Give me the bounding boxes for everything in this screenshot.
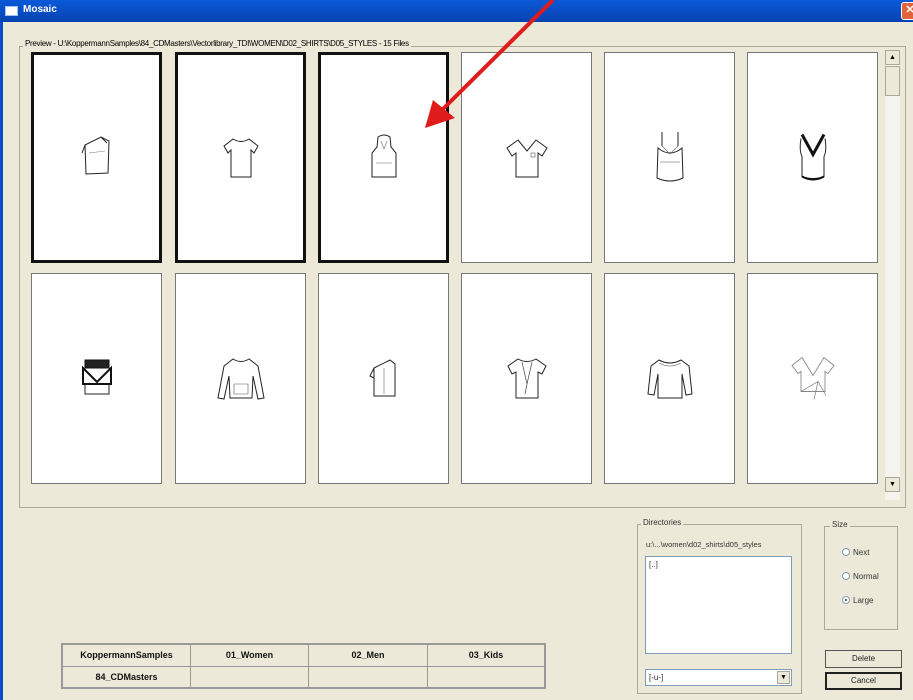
asymmetric-top-icon (368, 358, 395, 396)
thumbnail-hooded-top[interactable] (318, 52, 449, 263)
drape-top-icon (506, 357, 547, 398)
size-radio-large[interactable]: Large (842, 596, 873, 605)
directory-list[interactable]: [..] (645, 556, 792, 654)
size-radio-normal[interactable]: Normal (842, 572, 879, 581)
path-navigation-table: KoppermannSamples 01_Women 02_Men 03_Kid… (61, 643, 546, 689)
radio-icon (842, 548, 850, 556)
wrap-top-icon (790, 356, 835, 400)
drive-select[interactable]: [-u-] ▼ (645, 669, 792, 686)
thumbnail-long-sleeve-top[interactable] (604, 273, 735, 484)
lace-tank-icon (799, 133, 826, 180)
thumbnail-bikini-top[interactable] (31, 273, 162, 484)
thumbnail-tshirt[interactable] (175, 52, 306, 263)
tshirt-icon (222, 137, 259, 177)
app-window-icon (5, 6, 18, 16)
thumbnail-lace-tank[interactable] (747, 52, 878, 263)
directory-list-item[interactable]: [..] (649, 560, 658, 569)
radio-icon (842, 596, 850, 604)
scroll-down-button[interactable]: ▼ (885, 477, 900, 492)
preview-path-label: Preview - U:\KoppermannSamples\84_CDMast… (23, 39, 411, 48)
scroll-thumb[interactable] (885, 66, 900, 96)
scroll-up-button[interactable]: ▲ (885, 50, 900, 65)
size-label: Size (830, 520, 850, 529)
directories-label: Directories (641, 518, 684, 527)
window-frame (0, 22, 3, 700)
thumbnail-v-neck-tshirt[interactable] (461, 52, 592, 263)
path-cell-84-cdmasters[interactable]: 84_CDMasters (62, 666, 191, 688)
thumbnail-asymmetric-top[interactable] (318, 273, 449, 484)
thumbnail-one-shoulder-top[interactable] (31, 52, 162, 263)
path-cell-empty (427, 666, 545, 688)
path-cell-koppermannsamples[interactable]: KoppermannSamples (62, 644, 191, 667)
camisole-icon (655, 131, 684, 181)
bikini-top-icon (81, 359, 112, 394)
radio-label: Large (853, 596, 874, 605)
delete-button[interactable]: Delete (825, 650, 902, 668)
thumbnail-wrap-top[interactable] (747, 273, 878, 484)
path-cell-empty (308, 666, 428, 688)
one-shoulder-top-icon (81, 135, 110, 175)
thumbnail-drape-top[interactable] (461, 273, 592, 484)
path-cell-03-kids[interactable]: 03_Kids (427, 644, 545, 667)
path-cell-empty (190, 666, 309, 688)
window-title: Mosaic (23, 4, 57, 15)
drive-select-value: [-u-] (649, 673, 664, 682)
current-directory-path: u:\...\women\d02_shirts\d05_styles (646, 540, 762, 549)
preview-scrollbar[interactable]: ▲ ▼ (885, 50, 900, 500)
radio-icon (842, 572, 850, 580)
thumbnail-sweatshirt[interactable] (175, 273, 306, 484)
close-button[interactable]: ✕ (901, 2, 913, 20)
sweatshirt-icon (216, 357, 265, 400)
thumbnail-camisole[interactable] (604, 52, 735, 263)
long-sleeve-top-icon (646, 358, 693, 398)
path-cell-01-women[interactable]: 01_Women (190, 644, 309, 667)
path-cell-02-men[interactable]: 02_Men (308, 644, 428, 667)
radio-label: Next (853, 548, 870, 557)
radio-label: Normal (853, 572, 879, 581)
cancel-button[interactable]: Cancel (825, 672, 902, 690)
chevron-down-icon[interactable]: ▼ (777, 671, 790, 684)
size-radio-next[interactable]: Next (842, 548, 869, 557)
title-bar: Mosaic ✕ (0, 0, 913, 22)
v-neck-tshirt-icon (505, 138, 548, 177)
hooded-top-icon (371, 134, 396, 177)
